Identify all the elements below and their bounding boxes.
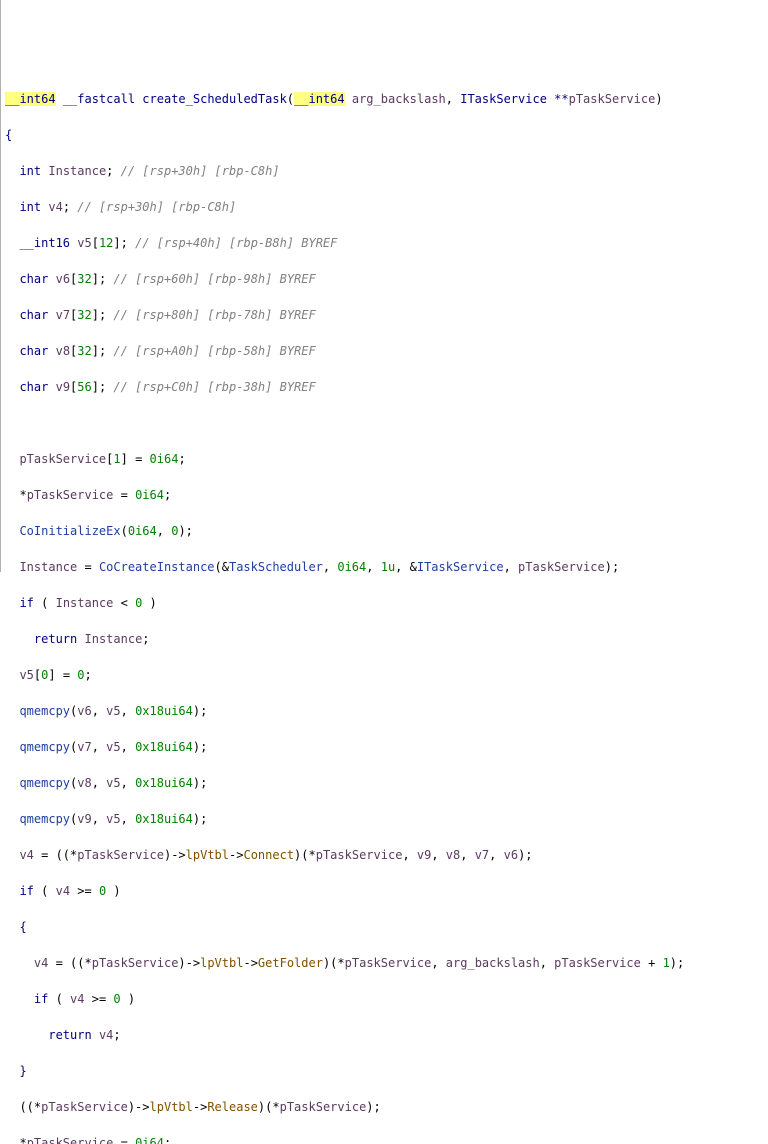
call-coinitializeex[interactable]: CoInitializeEx — [19, 524, 120, 538]
stmt-qmemcpy-v9: qmemcpy(v9, v5, 0x18ui64); — [1, 810, 768, 828]
param-arg-backslash[interactable]: arg_backslash — [352, 92, 446, 106]
stmt-qmemcpy-v7: qmemcpy(v7, v5, 0x18ui64); — [1, 738, 768, 756]
stmt-v5-0: v5[0] = 0; — [1, 666, 768, 684]
stmt-release: ((*pTaskService)->lpVtbl->Release)(*pTas… — [1, 1098, 768, 1116]
stmt-cocreate: Instance = CoCreateInstance(&TaskSchedul… — [1, 558, 768, 576]
stmt-if-v4-b: if ( v4 >= 0 ) — [1, 990, 768, 1008]
stmt-qmemcpy-v8: qmemcpy(v8, v5, 0x18ui64); — [1, 774, 768, 792]
function-name[interactable]: create_ScheduledTask — [142, 92, 287, 106]
decl-v8: char v8[32]; // [rsp+A0h] [rbp-58h] BYRE… — [1, 342, 768, 360]
decl-v6: char v6[32]; // [rsp+60h] [rbp-98h] BYRE… — [1, 270, 768, 288]
decompiler-code-view[interactable]: __int64 __fastcall create_ScheduledTask(… — [1, 72, 768, 1144]
stmt-pts-deref: *pTaskService = 0i64; — [1, 486, 768, 504]
stmt-if-v4-a: if ( v4 >= 0 ) — [1, 882, 768, 900]
stmt-return-v4-inner: return v4; — [1, 1026, 768, 1044]
stmt-getfolder: v4 = ((*pTaskService)->lpVtbl->GetFolder… — [1, 954, 768, 972]
member-release[interactable]: Release — [207, 1100, 258, 1114]
decl-v7: char v7[32]; // [rsp+80h] [rbp-78h] BYRE… — [1, 306, 768, 324]
decl-v4: int v4; // [rsp+30h] [rbp-C8h] — [1, 198, 768, 216]
stmt-pts-deref-2: *pTaskService = 0i64; — [1, 1134, 768, 1144]
decl-v5: __int16 v5[12]; // [rsp+40h] [rbp-B8h] B… — [1, 234, 768, 252]
signature-line: __int64 __fastcall create_ScheduledTask(… — [1, 90, 768, 108]
decl-instance: int Instance; // [rsp+30h] [rbp-C8h] — [1, 162, 768, 180]
brace-open-inner: { — [1, 918, 768, 936]
type-int64-hl: __int64 — [5, 92, 56, 106]
param-ptaskservice[interactable]: pTaskService — [569, 92, 656, 106]
brace-open: { — [1, 126, 768, 144]
member-getfolder[interactable]: GetFolder — [258, 956, 323, 970]
stmt-return-instance: return Instance; — [1, 630, 768, 648]
stmt-qmemcpy-v6: qmemcpy(v6, v5, 0x18ui64); — [1, 702, 768, 720]
stmt-coinit: CoInitializeEx(0i64, 0); — [1, 522, 768, 540]
stmt-if-instance: if ( Instance < 0 ) — [1, 594, 768, 612]
decl-v9: char v9[56]; // [rsp+C0h] [rbp-38h] BYRE… — [1, 378, 768, 396]
brace-close-inner: } — [1, 1062, 768, 1080]
blank-line — [1, 414, 768, 432]
stmt-pts1: pTaskService[1] = 0i64; — [1, 450, 768, 468]
stmt-connect: v4 = ((*pTaskService)->lpVtbl->Connect)(… — [1, 846, 768, 864]
member-connect[interactable]: Connect — [243, 848, 294, 862]
